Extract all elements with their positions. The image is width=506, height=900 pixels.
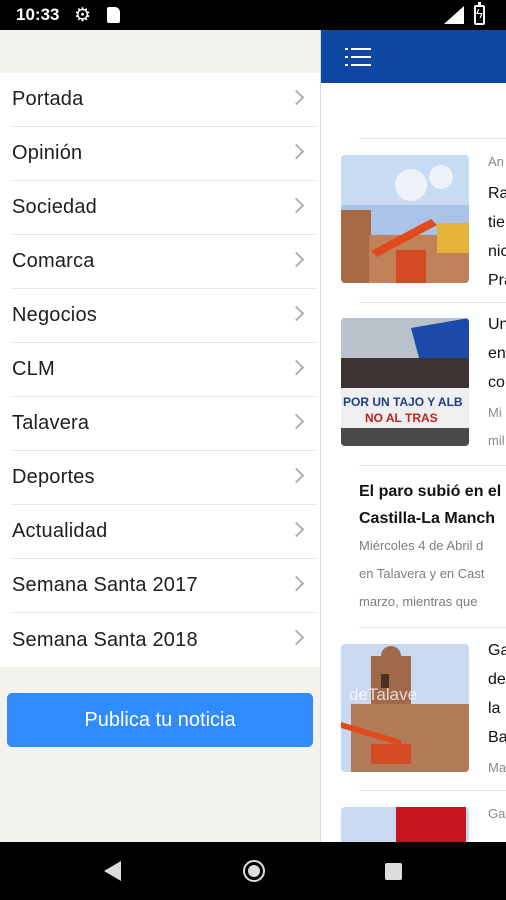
article-title-line: nic <box>488 243 506 260</box>
divider <box>359 302 506 303</box>
article-card[interactable]: El paro subió en el Castilla-La Manch Mi… <box>359 478 506 616</box>
menu-item-label: Semana Santa 2018 <box>12 628 198 651</box>
chevron-right-icon <box>288 305 305 322</box>
home-icon[interactable] <box>243 860 265 882</box>
settings-gear-icon: ⚙ <box>74 5 92 26</box>
article-meta: An <box>488 154 504 169</box>
article-title-line: Castilla-La Manch <box>359 510 496 527</box>
menu-item-label: Negocios <box>12 304 97 326</box>
chevron-right-icon <box>288 629 305 646</box>
menu-item-label: Comarca <box>12 250 95 272</box>
svg-text:NO AL TRAS: NO AL TRAS <box>365 411 438 425</box>
menu-item-label: Semana Santa 2017 <box>12 574 198 596</box>
menu-item-semana-santa-2017[interactable]: Semana Santa 2017 <box>12 559 316 613</box>
menu-item-label: Sociedad <box>12 196 97 218</box>
svg-text:POR UN TAJO Y ALB: POR UN TAJO Y ALB <box>343 395 463 409</box>
menu-item-comarca[interactable]: Comarca <box>12 235 316 289</box>
menu-item-label: Talavera <box>12 412 90 434</box>
article-title-line: El paro subió en el <box>359 483 502 500</box>
drawer-menu: Portada Opinión Sociedad Comarca Negocio… <box>0 73 320 667</box>
article-title-line: Un <box>488 316 506 333</box>
article-title-line: Ga <box>488 642 506 659</box>
menu-item-deportes[interactable]: Deportes <box>12 451 316 505</box>
publish-news-button[interactable]: Publica tu noticia <box>7 693 313 747</box>
chevron-right-icon <box>288 143 305 160</box>
menu-item-negocios[interactable]: Negocios <box>12 289 316 343</box>
app-bar <box>321 30 506 83</box>
chevron-right-icon <box>288 521 305 538</box>
chevron-right-icon <box>288 467 305 484</box>
menu-item-clm[interactable]: CLM <box>12 343 316 397</box>
menu-item-label: Portada <box>12 88 84 110</box>
article-meta: Mi <box>488 405 502 420</box>
divider <box>359 465 506 466</box>
article-title-line: la <box>488 700 501 717</box>
menu-item-label: Actualidad <box>12 520 108 542</box>
chevron-right-icon <box>288 359 305 376</box>
menu-item-label: CLM <box>12 358 55 380</box>
lte-label: LTE <box>441 4 456 13</box>
chevron-right-icon <box>288 251 305 268</box>
menu-item-sociedad[interactable]: Sociedad <box>12 181 316 235</box>
article-meta: mil <box>488 433 505 448</box>
menu-item-actualidad[interactable]: Actualidad <box>12 505 316 559</box>
article-thumbnail <box>341 807 469 842</box>
article-meta: Ga <box>488 806 506 821</box>
article-meta: marzo, mientras que <box>359 594 478 609</box>
article-meta: Ma <box>488 760 506 775</box>
system-navigation-bar <box>0 842 506 900</box>
article-title-line: Pra <box>488 272 506 289</box>
article-title-line: co <box>488 374 505 391</box>
chevron-right-icon <box>288 89 305 106</box>
article-title-line: en <box>488 345 506 362</box>
article-thumbnail: POR UN TAJO Y ALB NO AL TRAS <box>341 318 469 446</box>
charging-bolt-icon: ϟ <box>476 6 483 21</box>
menu-item-talavera[interactable]: Talavera <box>12 397 316 451</box>
chevron-right-icon <box>288 413 305 430</box>
menu-item-label: Deportes <box>12 466 95 488</box>
divider <box>359 138 506 139</box>
recent-apps-icon[interactable] <box>385 863 402 880</box>
menu-item-label: Opinión <box>12 142 83 164</box>
article-thumbnail: deTalave <box>341 644 469 772</box>
menu-item-portada[interactable]: Portada <box>12 73 316 127</box>
status-time: 10:33 <box>16 5 60 24</box>
status-bar: 10:33 ⚙ LTE ϟ <box>0 0 506 30</box>
menu-item-opinion[interactable]: Opinión <box>12 127 316 181</box>
back-icon[interactable] <box>104 861 121 881</box>
article-title-line: tie <box>488 214 505 231</box>
menu-item-semana-santa-2018[interactable]: Semana Santa 2018 <box>12 613 316 667</box>
divider <box>359 790 506 791</box>
sd-card-icon <box>107 7 120 23</box>
article-meta: Miércoles 4 de Abril d <box>359 538 484 553</box>
article-title-line: Ba <box>488 729 506 746</box>
article-title-line: Ra <box>488 185 506 202</box>
article-thumbnail <box>341 155 469 283</box>
menu-hamburger-icon[interactable] <box>345 48 371 66</box>
watermark-text: deTalave <box>349 685 417 704</box>
news-feed: An Ra tie nic Pra POR UN TAJO Y ALB NO A… <box>320 30 506 842</box>
divider <box>359 627 506 628</box>
chevron-right-icon <box>288 197 305 214</box>
article-meta: en Talavera y en Cast <box>359 566 485 581</box>
navigation-drawer: Portada Opinión Sociedad Comarca Negocio… <box>0 30 320 842</box>
article-title-line: de <box>488 671 506 688</box>
chevron-right-icon <box>288 575 305 592</box>
